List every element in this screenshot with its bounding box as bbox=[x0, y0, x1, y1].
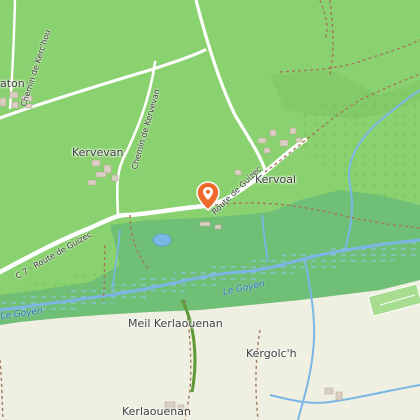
place-label-kergolch: Kergolc'h bbox=[246, 347, 297, 360]
place-label-meil-kerlaouenan: Meil Kerlaouenan bbox=[128, 317, 223, 330]
pond bbox=[152, 233, 172, 247]
place-label-kervevan: Kervevan bbox=[72, 146, 124, 159]
map-view[interactable]: aton Kervevan Kervoal Meil Kerlaouenan K… bbox=[0, 0, 420, 420]
place-label-aton: aton bbox=[0, 77, 25, 90]
place-label-kerlaouenan: Kerlaouenan bbox=[122, 405, 191, 418]
place-label-kervoal: Kervoal bbox=[255, 173, 296, 186]
location-pin-icon[interactable] bbox=[196, 181, 220, 211]
